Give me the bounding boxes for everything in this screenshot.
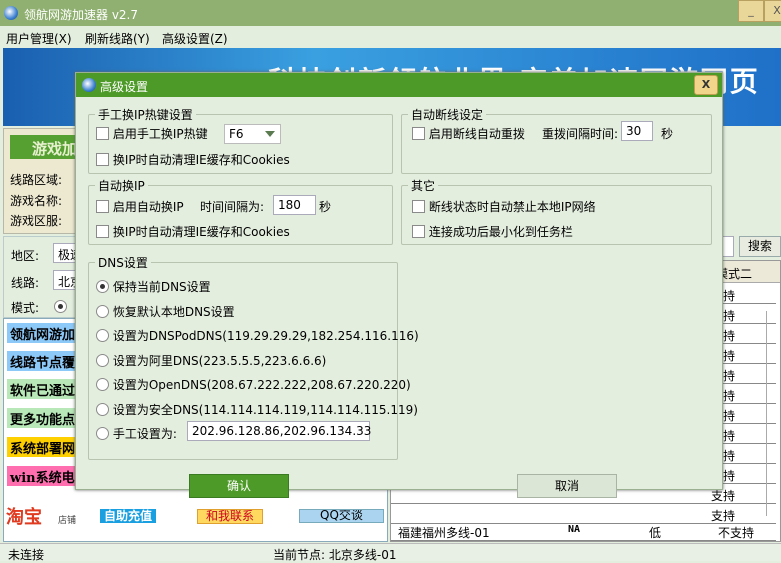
contact-button[interactable]: 和我联系 [197,509,264,524]
dns-option-label: 恢复默认本地DNS设置 [112,304,235,319]
menu-advanced[interactable]: 高级设置(Z) [162,30,228,47]
dns-radio[interactable] [96,402,109,416]
hotkey-enable-label: 启用手工换IP热键 [112,127,208,141]
dns-option-label: 手工设置为: [112,427,177,441]
block-ip-checkbox[interactable] [412,200,425,213]
dialog-title: 高级设置 [100,80,149,94]
mode-radio[interactable] [54,300,67,313]
dns-option-label: 设置为DNSPodDNS(119.29.29.29,182.254.116.11… [112,329,419,343]
dns-option-label: 保持当前DNS设置 [112,280,211,294]
dns-option[interactable]: 设置为安全DNS(114.114.114.119,114.114.115.119… [96,401,418,418]
advanced-settings-dialog: 高级设置 X 手工换IP热键设置 启用手工换IP热键 F6 换IP时自动清理IE… [75,72,723,498]
dns-option-label: 设置为阿里DNS(223.5.5.5,223.6.6.6) [112,353,327,368]
row-load: 低 [649,526,662,540]
hotkey-enable-checkbox[interactable] [96,127,109,140]
row-ping: NA [568,524,581,535]
dns-legend: DNS设置 [98,256,148,270]
dialog-title-bar: 高级设置 X [76,73,722,97]
title-bar: 领航网游加速器 v2.7 _ X [0,0,781,26]
dns-radio[interactable] [96,427,109,440]
table-row[interactable]: 福建福州多线-01 NA 低 不支持 [391,521,776,541]
hotkey-clear-label: 换IP时自动清理IE缓存和Cookies [112,153,290,167]
other-legend: 其它 [411,179,436,193]
interval-label: 时间间隔为: [200,200,265,214]
auto-clear-label: 换IP时自动清理IE缓存和Cookies [112,225,290,239]
minimize-label: 连接成功后最小化到任务栏 [428,225,573,239]
row-name: 福建福州多线-01 [398,526,490,540]
menu-refresh[interactable]: 刷新线路(Y) [85,30,150,47]
auto-clear-checkbox[interactable] [96,225,109,238]
dns-option[interactable]: 设置为阿里DNS(223.5.5.5,223.6.6.6) [96,352,326,369]
chevron-down-icon [265,131,275,137]
dns-radio[interactable] [96,353,109,367]
hotkey-legend: 手工换IP热键设置 [98,108,193,122]
minimize-checkbox[interactable] [412,225,425,238]
dns-option[interactable]: 设置为OpenDNS(208.67.222.222,208.67.220.220… [96,376,411,393]
app-icon [4,6,18,20]
cancel-button[interactable]: 取消 [517,474,617,498]
search-button[interactable]: 搜索 [739,236,781,257]
hotkey-clear-checkbox[interactable] [96,153,109,166]
redial-unit: 秒 [661,127,674,141]
redial-interval-input[interactable]: 30 [621,121,653,141]
confirm-button[interactable]: 确认 [189,474,289,498]
dns-option[interactable]: 设置为DNSPodDNS(119.29.29.29,182.254.116.11… [96,327,419,344]
dns-radio[interactable] [96,329,109,342]
window-title: 领航网游加速器 v2.7 [24,8,139,22]
recharge-button[interactable]: 自助充值 [100,509,157,523]
reconnect-label: 启用断线自动重拨 [428,127,525,141]
block-ip-label: 断线状态时自动禁止本地IP网络 [428,200,596,214]
current-node: 当前节点: 北京多线-01 [273,548,397,562]
auto-ip-legend: 自动换IP [98,179,145,193]
line-region-label: 线路区域: [10,173,63,187]
hotkey-select[interactable]: F6 [224,124,281,144]
redial-interval-label: 重拨间隔时间: [542,127,619,141]
mode-label: 模式: [11,301,40,315]
minimize-button[interactable]: _ [738,0,764,22]
dns-radio[interactable] [96,304,109,318]
dialog-close-button[interactable]: X [694,75,718,95]
menu-user[interactable]: 用户管理(X) [6,30,72,47]
dialog-icon [82,78,96,92]
auto-ip-label: 启用自动换IP [112,200,184,214]
dns-option-label: 设置为OpenDNS(208.67.222.222,208.67.220.220… [112,378,411,392]
reconnect-checkbox[interactable] [412,127,425,140]
dns-option-label: 设置为安全DNS(114.114.114.119,114.114.115.119… [112,402,418,417]
manual-dns-input[interactable]: 202.96.128.86,202.96.134.33 [187,421,371,441]
dns-radio[interactable] [96,280,109,293]
reconnect-legend: 自动断线设定 [411,108,484,122]
taobao-sub: 店铺 [58,516,77,526]
game-server-label: 游戏区服: [10,214,63,228]
line-label: 线路: [11,276,40,290]
status-bar: 未连接 当前节点: 北京多线-01 [0,543,781,562]
dns-option[interactable]: 保持当前DNS设置 [96,278,211,295]
dns-option[interactable]: 恢复默认本地DNS设置 [96,303,235,320]
region-label: 地区: [11,249,40,263]
row-mode2: 不支持 [718,526,755,540]
dns-option[interactable]: 手工设置为: [96,425,177,442]
taobao-logo[interactable]: 淘宝 [6,503,42,529]
auto-ip-checkbox[interactable] [96,200,109,213]
close-button[interactable]: X [764,0,781,22]
hotkey-value: F6 [229,127,244,141]
menu-bar: 用户管理(X) 刷新线路(Y) 高级设置(Z) [0,26,781,48]
qq-chat-button[interactable]: QQ交谈 [299,509,384,523]
game-name-label: 游戏名称: [10,194,63,208]
interval-input[interactable]: 180 [273,195,316,215]
scrollbar[interactable] [766,311,780,516]
dns-radio[interactable] [96,378,109,391]
interval-unit: 秒 [319,200,332,214]
connection-status: 未连接 [8,548,45,562]
